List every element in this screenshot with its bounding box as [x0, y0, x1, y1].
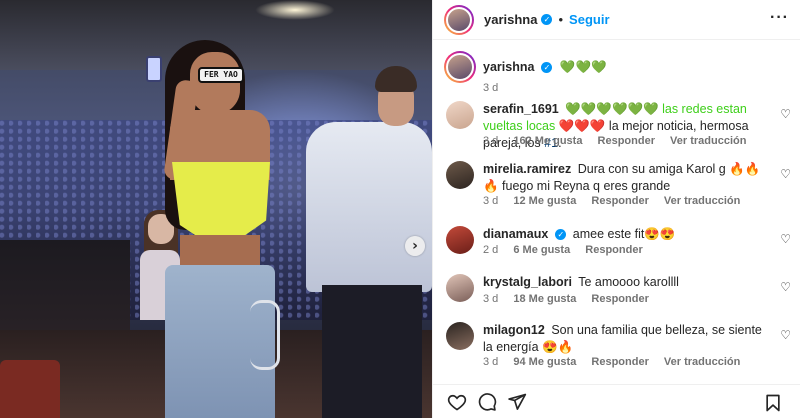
commenter-avatar[interactable]: [446, 274, 474, 302]
author-username[interactable]: yarishna: [484, 12, 537, 27]
reply-button[interactable]: Responder: [591, 293, 648, 305]
like-comment-heart-icon[interactable]: ♡: [780, 167, 791, 181]
comment-text: dianamaux ✓ amee este fit😍😍: [483, 227, 676, 241]
reply-button[interactable]: Responder: [591, 356, 648, 368]
verified-badge-icon: ✓: [555, 229, 567, 241]
commenter-username[interactable]: dianamaux: [483, 227, 548, 241]
like-comment-heart-icon[interactable]: ♡: [780, 328, 791, 342]
comment-icon: [478, 392, 497, 411]
red-seat: [0, 360, 60, 418]
caption-username[interactable]: yarishna: [483, 60, 534, 74]
man-pants: [322, 285, 422, 418]
commenter-username[interactable]: krystalg_labori: [483, 275, 572, 289]
comment-meta: 3 d 12 Me gusta Responder Ver traducción: [483, 195, 741, 207]
commenter-username[interactable]: mirelia.ramirez: [483, 162, 571, 176]
caption-emoji: 💚💚💚: [559, 60, 607, 74]
jeans-chain: [250, 300, 280, 370]
post-photo[interactable]: FER YAO ›: [0, 0, 432, 418]
share-button[interactable]: [505, 390, 529, 414]
comment-button[interactable]: [475, 390, 499, 414]
caption-time: 3 d: [483, 82, 499, 94]
share-icon: [508, 393, 527, 410]
more-options-icon[interactable]: ···: [770, 9, 789, 27]
comment-likes[interactable]: 12 Me gusta: [513, 195, 576, 207]
speaker-light: [146, 56, 162, 82]
post-action-bar: [433, 384, 800, 418]
woman-face: [190, 52, 240, 114]
comment-meta: 3 d 94 Me gusta Responder Ver traducción: [483, 356, 741, 368]
bookmark-icon: [766, 394, 780, 412]
commenter-username[interactable]: serafin_1691: [483, 102, 559, 116]
reply-button[interactable]: Responder: [591, 195, 648, 207]
comment-text: krystalg_labori Te amoooo karollll: [483, 275, 679, 289]
comment-meta: 3 d 162 Me gusta Responder Ver traducció…: [483, 135, 747, 147]
commenter-avatar[interactable]: [446, 161, 474, 189]
like-comment-heart-icon[interactable]: ♡: [780, 107, 791, 121]
save-button[interactable]: [761, 391, 785, 415]
caption-text: yarishna ✓ 💚💚💚: [483, 59, 771, 76]
reply-button[interactable]: Responder: [585, 244, 642, 256]
author-avatar[interactable]: [444, 4, 474, 35]
like-button[interactable]: [445, 390, 469, 414]
carousel-next-button[interactable]: ›: [405, 236, 425, 256]
woman-sunglasses: FER YAO: [198, 67, 244, 83]
ceiling-light: [255, 0, 335, 20]
comment-likes[interactable]: 6 Me gusta: [513, 244, 570, 256]
see-translation-button[interactable]: Ver traducción: [670, 135, 746, 147]
post-side-panel: yarishna ✓ • Seguir ··· yarishna ✓ 💚💚💚 3 …: [432, 0, 800, 418]
see-translation-button[interactable]: Ver traducción: [664, 356, 740, 368]
comment-meta: 3 d 18 Me gusta Responder: [483, 293, 649, 305]
comment-meta: 2 d 6 Me gusta Responder: [483, 244, 643, 256]
comment-likes[interactable]: 162 Me gusta: [513, 135, 582, 147]
verified-badge-icon: ✓: [541, 62, 553, 74]
verified-badge-icon: ✓: [541, 14, 553, 25]
post-header: yarishna ✓ • Seguir ···: [433, 0, 800, 40]
commenter-avatar[interactable]: [446, 226, 474, 254]
follow-button[interactable]: Seguir: [569, 12, 609, 27]
see-translation-button[interactable]: Ver traducción: [664, 195, 740, 207]
like-comment-heart-icon[interactable]: ♡: [780, 280, 791, 294]
heart-icon: [447, 394, 467, 410]
separator-dot: •: [558, 12, 564, 27]
comment-text: milagon12 Son una familia que belleza, s…: [483, 323, 762, 354]
commenter-avatar[interactable]: [446, 322, 474, 350]
chevron-right-icon: ›: [412, 238, 418, 254]
comment-likes[interactable]: 94 Me gusta: [513, 356, 576, 368]
reply-button[interactable]: Responder: [598, 135, 655, 147]
comment-text: mirelia.ramirez Dura con su amiga Karol …: [483, 162, 761, 193]
comments-list[interactable]: yarishna ✓ 💚💚💚 3 d serafin_1691 💚💚💚💚💚💚 la…: [433, 41, 800, 381]
comment-likes[interactable]: 18 Me gusta: [513, 293, 576, 305]
caption-avatar[interactable]: [444, 51, 476, 83]
commenter-username[interactable]: milagon12: [483, 323, 545, 337]
commenter-avatar[interactable]: [446, 101, 474, 129]
man-shirt: [306, 122, 432, 292]
like-comment-heart-icon[interactable]: ♡: [780, 232, 791, 246]
